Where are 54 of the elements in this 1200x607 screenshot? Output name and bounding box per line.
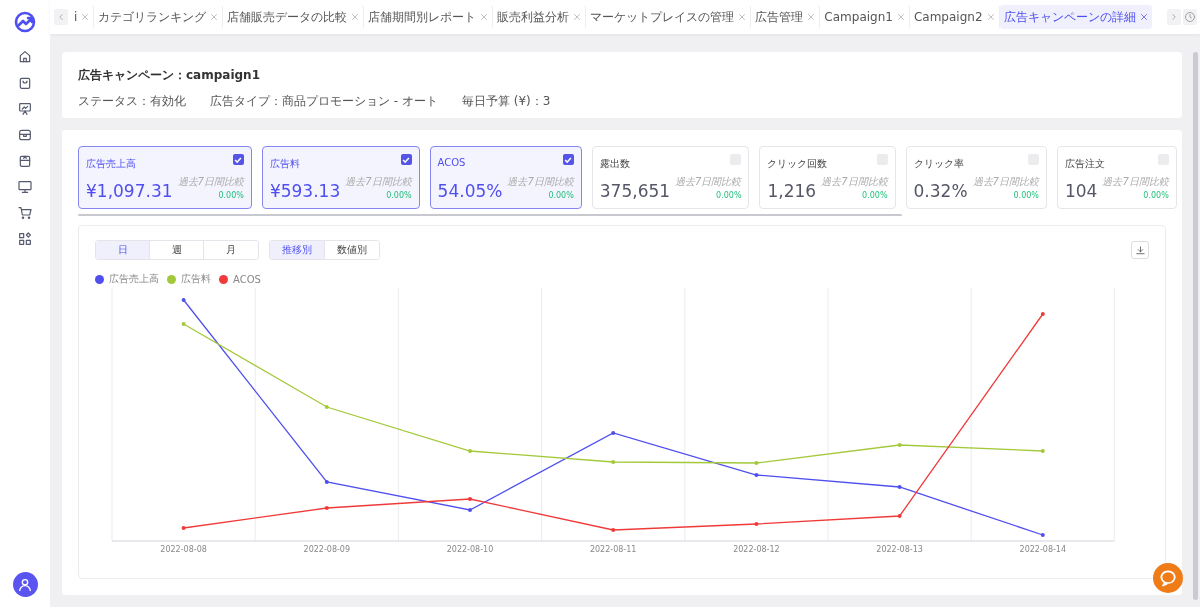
metric-value: 104 [1064, 183, 1098, 200]
axis-label: 2022-08-08 [160, 545, 207, 554]
change-value: 0.00% [862, 191, 888, 200]
compare-label: 過去7日間比較 [507, 175, 574, 189]
axis-label: 2022-08-13 [876, 545, 923, 554]
axis-label: 2022-08-10 [446, 545, 494, 554]
tab[interactable]: カテゴリランキング [94, 5, 224, 29]
compare-label: 過去7日間比較 [972, 175, 1039, 189]
change-value: 0.00% [1143, 191, 1169, 200]
toggle-button[interactable]: 日 [96, 241, 150, 259]
metric-value: ¥593.13 [269, 183, 341, 200]
campaign-title: 広告キャンペーン：campaign1 [78, 67, 261, 84]
metric-label: クリック率 [913, 157, 964, 171]
axis-label: 2022-08-09 [303, 545, 351, 554]
metric-label: 露出数 [599, 157, 630, 171]
toggle-button[interactable]: 推移別 [270, 241, 325, 259]
change-value: 0.00% [716, 191, 742, 200]
tab[interactable]: 店舗期間別レポート [364, 5, 494, 29]
metric-label: クリック回数 [767, 157, 828, 171]
compare-label: 過去7日間比較 [821, 175, 888, 189]
axis-label: 2022-08-14 [1019, 545, 1067, 554]
tab[interactable]: Campaign1 [820, 5, 910, 29]
tab[interactable]: Campaign2 [909, 5, 1000, 29]
change-value: 0.00% [548, 191, 574, 200]
change-value: 0.00% [1013, 191, 1039, 200]
metric-value: 1,216 [767, 183, 817, 200]
compare-label: 過去7日間比較 [1102, 175, 1169, 189]
metric-value: ¥1,097.31 [86, 183, 173, 200]
tab[interactable]: i [70, 5, 95, 29]
metric-value: 0.32% [913, 183, 968, 200]
metric-value: 375,651 [599, 183, 671, 200]
tab[interactable]: 店舗販売データの比較 [223, 5, 365, 29]
tab[interactable]: マーケットプレイスの管理 [586, 5, 752, 29]
compare-label: 過去7日間比較 [177, 175, 244, 189]
legend-label: 広告売上高 [109, 272, 159, 286]
legend-label: ACOS [233, 273, 261, 285]
compare-label: 過去7日間比較 [675, 175, 742, 189]
metric-label: ACOS [437, 157, 466, 168]
axis-label: 2022-08-12 [733, 545, 780, 554]
metric-value: 54.05% [437, 183, 503, 200]
campaign-field: ステータス：有効化 [78, 93, 186, 110]
change-value: 0.00% [386, 191, 412, 200]
axis-label: 2022-08-11 [589, 545, 637, 554]
change-value: 0.00% [218, 191, 244, 200]
compare-label: 過去7日間比較 [345, 175, 412, 189]
campaign-field: 広告タイプ：商品プロモーション - オート [210, 93, 438, 110]
tab[interactable]: 販売利益分析 [493, 5, 587, 29]
metric-label: 広告売上高 [86, 157, 136, 171]
tab[interactable]: 広告管理 [751, 5, 821, 29]
campaign-field: 毎日予算 (¥)：3 [461, 93, 551, 110]
tab[interactable]: 広告キャンペーンの詳細 [999, 5, 1152, 29]
legend-label: 広告料 [181, 272, 211, 286]
metric-label: 広告注文 [1064, 157, 1105, 171]
metric-label: 広告料 [269, 157, 300, 171]
